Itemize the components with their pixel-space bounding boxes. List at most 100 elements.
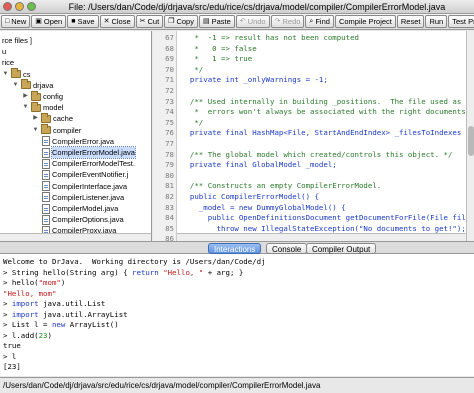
tree-item-u[interactable]: u: [2, 46, 6, 57]
folder-icon: [21, 79, 31, 90]
tab-console[interactable]: Console: [266, 243, 308, 254]
console-line: >: [3, 373, 12, 377]
cut-button[interactable]: ✂ Cut: [135, 15, 164, 28]
console-line: > import java.util.ArrayList: [3, 310, 128, 321]
code-text: * 1 => true: [181, 54, 253, 64]
test-project-button[interactable]: Test Project: [448, 15, 474, 28]
close-button[interactable]: ✕ Close: [99, 15, 135, 28]
line-number: 75: [165, 117, 174, 127]
console-text: [23]: [3, 362, 21, 371]
close-file-icon: ✕: [103, 18, 110, 25]
toolbar-button-label: Save: [77, 17, 95, 26]
tree-item-rce-files[interactable]: rce files ]: [2, 35, 32, 46]
line-number: 80: [165, 170, 174, 180]
line-number: 74: [165, 107, 174, 117]
java-file-icon: [42, 203, 50, 214]
line-number: 79: [165, 160, 174, 170]
tree-item-label: CompilerError.java: [52, 136, 115, 146]
tree-item-label: cache: [53, 114, 74, 124]
zoom-window-icon[interactable]: [27, 2, 36, 11]
code-text: private final HashMap<File, StartAndEndI…: [189, 128, 470, 138]
line-number: 72: [165, 86, 174, 95]
folder-icon: [41, 112, 51, 123]
tree-item-label: cs: [23, 69, 31, 79]
close-window-icon[interactable]: [3, 2, 12, 11]
line-number: 68: [165, 43, 174, 53]
java-file-icon: [42, 147, 50, 158]
interactions-pane[interactable]: Welcome to DrJava. Working directory is …: [0, 254, 474, 376]
disclosure-open-icon[interactable]: ▼: [12, 80, 19, 91]
tree-item-label: CompilerInterface.java: [52, 181, 128, 191]
line-number: 67: [165, 33, 174, 42]
tree-item-compileroptions-java[interactable]: CompilerOptions.java: [42, 214, 124, 225]
console-text: "Hello, ": [163, 267, 204, 277]
console-line: > List l = new ArrayList(): [3, 320, 119, 331]
line-number: 71: [165, 75, 174, 85]
toolbar-button-label: Test Project: [452, 17, 474, 26]
reset-button[interactable]: Reset: [396, 15, 425, 28]
tree-item-rice[interactable]: rice: [2, 57, 14, 68]
tree-item-config[interactable]: ▶ config: [22, 90, 63, 102]
line-number: 85: [165, 223, 174, 233]
tree-item-model[interactable]: ▼ model: [22, 101, 63, 113]
project-tree[interactable]: rce files ] u rice ▼ cs ▼ drjava ▶ config ▼ model ▶…: [0, 31, 152, 241]
tree-item-compilerlistener-java[interactable]: CompilerListener.java: [42, 192, 124, 203]
tree-item-label: CompilerErrorModelTest.: [52, 159, 135, 169]
toolbar-button-label: Copy: [176, 17, 194, 26]
minimize-window-icon[interactable]: [15, 2, 24, 11]
console-text: + arg; }: [203, 267, 244, 277]
code-text: * -1 => result has not been computed: [181, 33, 359, 42]
tree-item-drjava[interactable]: ▼ drjava: [12, 79, 53, 91]
status-file-path: /Users/dan/Code/dj/drjava/src/edu/rice/c…: [3, 381, 321, 390]
tree-item-compilerinterface-java[interactable]: CompilerInterface.java: [42, 181, 127, 192]
copy-button[interactable]: ❐ Copy: [164, 15, 198, 28]
redo-button[interactable]: ↷ Redo: [270, 15, 305, 28]
run-button[interactable]: Run: [425, 15, 448, 28]
compile-project-button[interactable]: Compile Project: [334, 15, 396, 28]
line-number: 77: [165, 139, 174, 148]
line-number: 70: [165, 64, 174, 74]
tab-compiler-output[interactable]: Compiler Output: [306, 243, 377, 254]
tree-item-label: rice: [2, 58, 15, 68]
undo-button[interactable]: ↶ Undo: [235, 15, 270, 28]
tree-item-compilereventnotifier-j[interactable]: CompilerEventNotifier.j: [42, 169, 128, 180]
console-text: > String hello(String arg) {: [3, 267, 133, 277]
tree-item-label: CompilerListener.java: [52, 192, 125, 202]
console-text: "mom": [38, 278, 61, 287]
tree-item-compilererrormodeltest[interactable]: CompilerErrorModelTest.: [42, 158, 135, 169]
tree-item-compiler[interactable]: ▼ compiler: [32, 124, 81, 136]
tree-item-compilermodel-java[interactable]: CompilerModel.java: [42, 203, 118, 214]
tree-item-label: CompilerEventNotifier.j: [52, 170, 129, 180]
disclosure-closed-icon[interactable]: ▶: [32, 113, 39, 124]
save-button[interactable]: ■ Save: [67, 15, 99, 28]
code-text: public CompilerErrorModel() {: [181, 192, 319, 201]
disclosure-closed-icon[interactable]: ▶: [22, 91, 29, 102]
disclosure-open-icon[interactable]: ▼: [32, 125, 39, 136]
line-number: 82: [165, 192, 174, 201]
paste-button[interactable]: ▤ Paste: [198, 15, 235, 28]
toolbar-button-label: Close: [111, 17, 131, 26]
tab-interactions[interactable]: Interactions: [208, 243, 262, 254]
console-text: > l: [3, 351, 17, 361]
console-line: > hello("mom"): [3, 278, 65, 289]
editor-horizontal-scrollbar[interactable]: [177, 233, 466, 241]
new-button[interactable]: □ New: [1, 15, 31, 28]
tree-horizontal-scrollbar[interactable]: [0, 233, 151, 241]
tree-item-compilererrormodel-java[interactable]: CompilerErrorModel.java: [42, 146, 136, 159]
java-file-icon: [42, 169, 50, 180]
code-text: /** Constructs an empty CompilerErrorMod…: [181, 181, 382, 191]
tree-item-cache[interactable]: ▶ cache: [32, 112, 74, 124]
find-button[interactable]: ⌕ Find: [305, 15, 334, 28]
console-text: ): [47, 330, 52, 340]
editor-vertical-scrollbar[interactable]: [466, 31, 474, 241]
tree-item-compilererror-java[interactable]: CompilerError.java: [42, 136, 114, 147]
console-text: return: [132, 267, 159, 277]
disclosure-open-icon[interactable]: ▼: [22, 102, 29, 113]
tree-item-cs[interactable]: ▼ cs: [2, 68, 31, 80]
console-line: Welcome to DrJava. Working directory is …: [3, 257, 266, 268]
definitions-editor[interactable]: 67 * -1 => result has not been computed 6…: [153, 31, 474, 241]
open-button[interactable]: ▣ Open: [31, 15, 67, 28]
disclosure-open-icon[interactable]: ▼: [2, 69, 9, 80]
editor-scroll-thumb[interactable]: [468, 125, 474, 156]
window-controls: [3, 2, 36, 11]
